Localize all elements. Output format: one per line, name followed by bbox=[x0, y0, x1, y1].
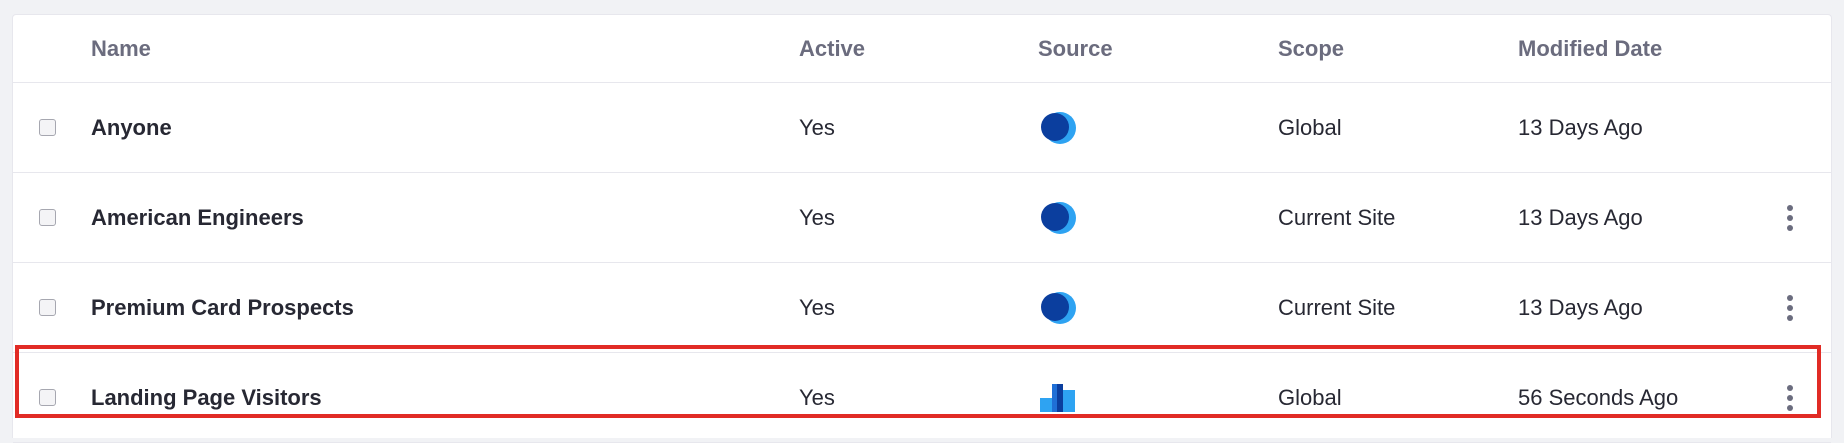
table-row[interactable]: Premium Card Prospects Yes Current Site … bbox=[13, 263, 1831, 353]
table-header: Name Active Source Scope Modified Date bbox=[13, 15, 1831, 83]
segment-scope: Current Site bbox=[1278, 294, 1396, 320]
table-row[interactable]: American Engineers Yes Current Site 13 D… bbox=[13, 173, 1831, 263]
segment-scope: Current Site bbox=[1278, 204, 1396, 230]
column-header-active[interactable]: Active bbox=[799, 15, 865, 82]
segment-modified-date: 13 Days Ago bbox=[1518, 204, 1643, 230]
segment-active: Yes bbox=[799, 384, 835, 410]
row-actions-cell bbox=[1778, 353, 1802, 442]
liferay-drop-icon bbox=[1041, 201, 1076, 234]
row-checkbox[interactable] bbox=[38, 299, 56, 316]
kebab-menu-icon[interactable] bbox=[1783, 201, 1797, 235]
kebab-menu-icon[interactable] bbox=[1783, 291, 1797, 325]
row-actions-cell bbox=[1778, 173, 1802, 262]
analytics-cloud-icon bbox=[1040, 383, 1075, 412]
segment-name[interactable]: Landing Page Visitors bbox=[91, 353, 322, 442]
table-row[interactable]: Anyone Yes Global 13 Days Ago bbox=[13, 83, 1831, 173]
segment-modified-date: 13 Days Ago bbox=[1518, 294, 1643, 320]
row-checkbox-cell bbox=[37, 173, 57, 262]
column-header-scope[interactable]: Scope bbox=[1278, 15, 1344, 82]
source-cell bbox=[1038, 173, 1078, 262]
segment-active: Yes bbox=[799, 204, 835, 230]
column-header-modified-date[interactable]: Modified Date bbox=[1518, 15, 1662, 82]
segment-modified-date: 56 Seconds Ago bbox=[1518, 384, 1679, 410]
segment-name[interactable]: Premium Card Prospects bbox=[91, 263, 354, 352]
source-cell bbox=[1038, 263, 1078, 352]
row-checkbox-cell bbox=[37, 353, 57, 442]
row-checkbox-cell bbox=[37, 263, 57, 352]
kebab-menu-icon[interactable] bbox=[1783, 381, 1797, 415]
segments-table: Name Active Source Scope Modified Date A… bbox=[12, 14, 1832, 443]
row-checkbox-cell bbox=[37, 83, 57, 172]
segment-name[interactable]: American Engineers bbox=[91, 173, 304, 262]
source-cell bbox=[1038, 353, 1078, 442]
segment-scope: Global bbox=[1278, 384, 1342, 410]
row-actions-cell bbox=[1778, 263, 1802, 352]
column-header-source[interactable]: Source bbox=[1038, 15, 1113, 82]
source-cell bbox=[1038, 83, 1078, 172]
segment-modified-date: 13 Days Ago bbox=[1518, 114, 1643, 140]
segment-active: Yes bbox=[799, 114, 835, 140]
column-header-name[interactable]: Name bbox=[91, 15, 151, 82]
segment-scope: Global bbox=[1278, 114, 1342, 140]
row-checkbox[interactable] bbox=[38, 389, 56, 406]
segment-name[interactable]: Anyone bbox=[91, 83, 172, 172]
segment-active: Yes bbox=[799, 294, 835, 320]
liferay-drop-icon bbox=[1041, 291, 1076, 324]
table-row[interactable]: Landing Page Visitors Yes Global 56 Seco… bbox=[13, 353, 1831, 443]
liferay-drop-icon bbox=[1041, 111, 1076, 144]
row-checkbox[interactable] bbox=[38, 209, 56, 226]
row-checkbox[interactable] bbox=[38, 119, 56, 136]
